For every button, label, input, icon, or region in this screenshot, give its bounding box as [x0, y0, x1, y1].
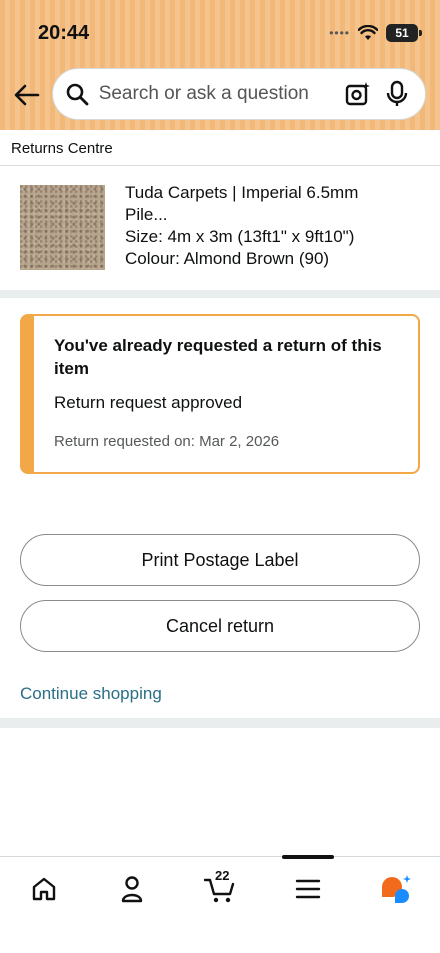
- breadcrumb[interactable]: Returns Centre: [11, 140, 113, 157]
- menu-icon: [295, 879, 321, 899]
- search-input[interactable]: [98, 83, 344, 105]
- product-size: Size: 4m x 3m (13ft1" x 9ft10"): [125, 227, 355, 246]
- active-tab-indicator: [282, 855, 334, 859]
- product-image[interactable]: [20, 185, 105, 270]
- section-divider: [0, 718, 440, 728]
- breadcrumb-bar: Returns Centre: [0, 130, 440, 166]
- microphone-icon[interactable]: [383, 80, 411, 108]
- cancel-return-button[interactable]: Cancel return: [20, 600, 420, 652]
- bottom-navigation: 22: [0, 855, 440, 953]
- search-icon: [65, 81, 91, 107]
- section-divider: [0, 290, 440, 298]
- arrow-left-icon: [14, 84, 40, 106]
- product-title-line1: Tuda Carpets | Imperial 6.5mm: [125, 183, 359, 202]
- return-status-alert: You've already requested a return of thi…: [20, 314, 420, 474]
- app-header: 20:44 •••• 51: [0, 0, 440, 130]
- nav-cart[interactable]: 22: [200, 868, 240, 907]
- battery-icon: 51: [386, 24, 422, 42]
- product-title-line2: Pile...: [125, 205, 168, 224]
- home-icon: [32, 877, 56, 901]
- return-status-text: Return request approved: [54, 393, 243, 412]
- product-details: Tuda Carpets | Imperial 6.5mm Pile... Si…: [125, 182, 425, 270]
- product-colour: Colour: Almond Brown (90): [125, 249, 330, 268]
- print-postage-label-button[interactable]: Print Postage Label: [20, 534, 420, 586]
- nav-rufus[interactable]: [376, 871, 416, 907]
- cart-count-badge: 22: [215, 868, 230, 883]
- signal-icon: ••••: [329, 26, 350, 40]
- return-requested-date: Return requested on: Mar 2, 2026: [54, 433, 280, 450]
- nav-account[interactable]: [112, 871, 152, 907]
- nav-home[interactable]: [24, 871, 64, 907]
- status-indicators: •••• 51: [329, 24, 422, 42]
- camera-search-icon[interactable]: [344, 80, 372, 108]
- continue-shopping-link[interactable]: Continue shopping: [20, 684, 162, 704]
- alert-title: You've already requested a return of thi…: [54, 336, 382, 378]
- status-time: 20:44: [38, 22, 90, 44]
- search-bar[interactable]: [52, 68, 426, 120]
- account-icon: [121, 876, 143, 903]
- wifi-icon: [358, 25, 378, 40]
- rufus-icon: [382, 875, 411, 903]
- nav-menu[interactable]: [288, 871, 328, 907]
- back-button[interactable]: [10, 78, 44, 112]
- product-summary[interactable]: Tuda Carpets | Imperial 6.5mm Pile... Si…: [0, 167, 440, 290]
